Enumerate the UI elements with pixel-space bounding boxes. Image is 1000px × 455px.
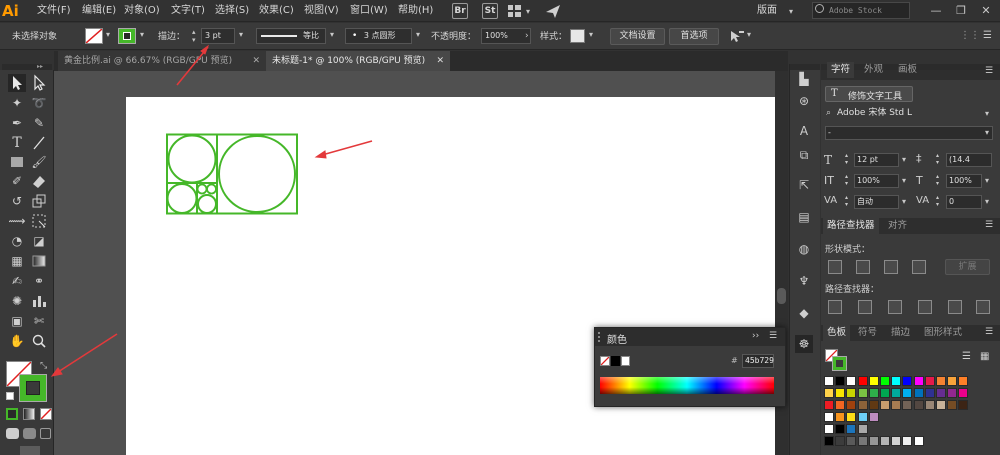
annotation-arrow — [321, 140, 373, 156]
annotation-arrows — [50, 44, 373, 377]
arrowhead-icon — [314, 150, 327, 159]
arrowhead-icon — [50, 367, 63, 377]
arrowhead-icon — [200, 44, 210, 55]
annotation-arrow — [57, 333, 118, 373]
